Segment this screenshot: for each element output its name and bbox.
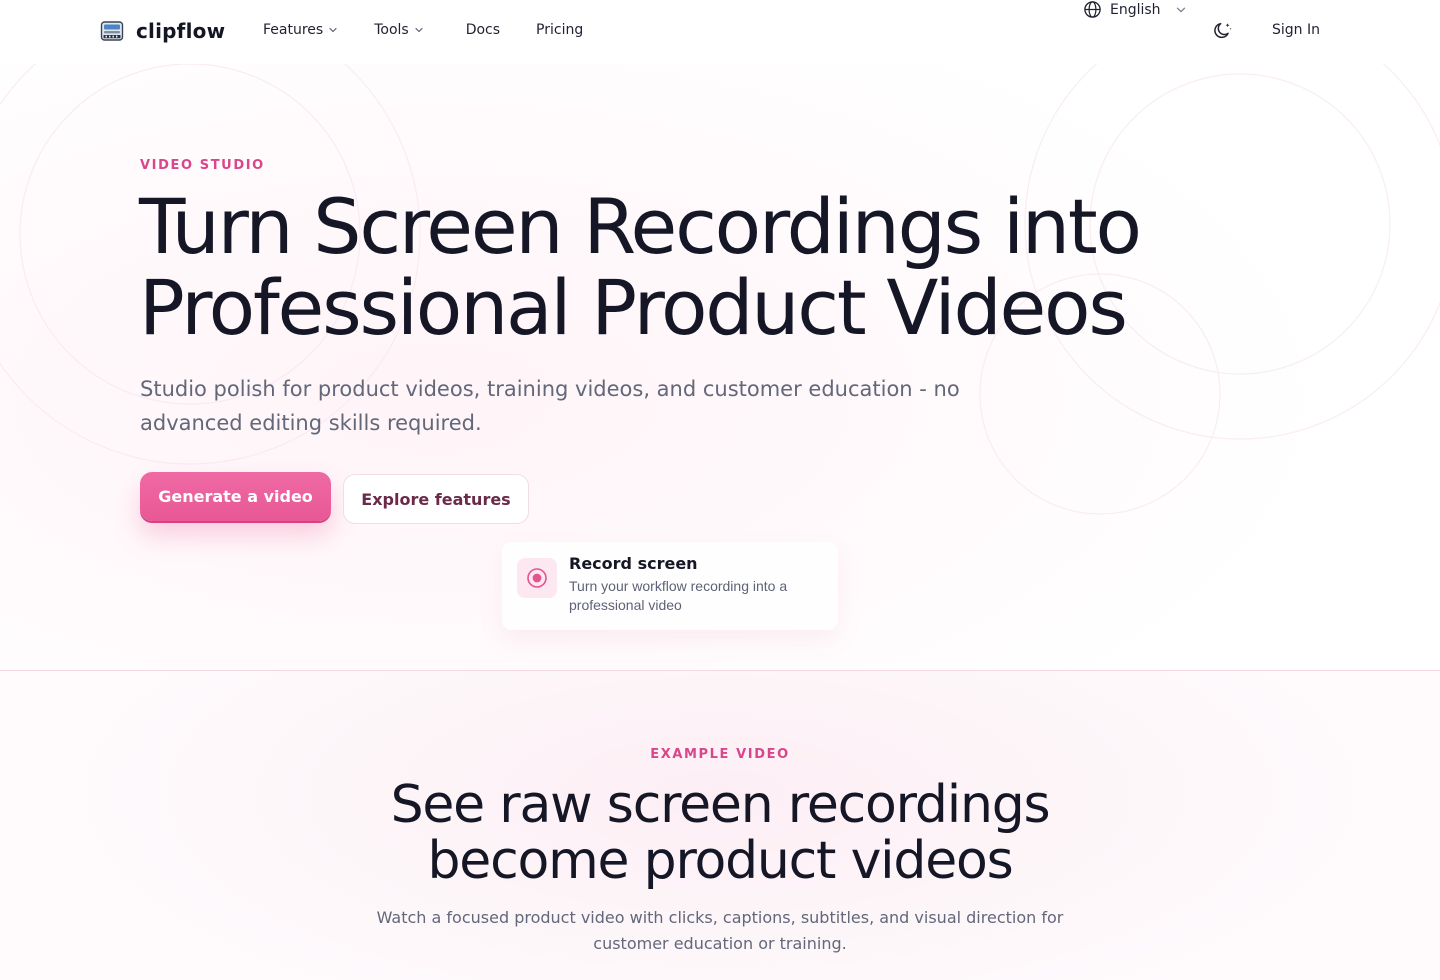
record-icon-container [517, 558, 557, 598]
generate-video-button[interactable]: Generate a video [140, 472, 331, 521]
hero-title-line-1: Turn Screen Recordings into [139, 182, 1142, 271]
example-subtitle: Watch a focused product video with click… [376, 908, 1064, 953]
globe-icon [1084, 1, 1101, 18]
hero-title-line-2: Professional Product Videos [139, 263, 1128, 352]
nav-item-label: Pricing [536, 22, 584, 38]
moon-icon[interactable] [1212, 20, 1234, 42]
hero-title: Turn Screen Recordings into Professional… [139, 186, 1239, 348]
nav-item-label: Features [263, 22, 324, 38]
record-icon [527, 568, 547, 588]
language-selector[interactable]: English [1083, 0, 1187, 19]
language-label: English [1110, 1, 1161, 18]
hero-subtitle: Studio polish for product videos, traini… [140, 377, 960, 435]
record-screen-card[interactable]: Record screen Turn your workflow recordi… [502, 542, 838, 630]
chevron-down-icon [1176, 7, 1185, 12]
record-card-description: Turn your workflow recording into a prof… [569, 578, 788, 613]
nav-item-label: Docs [465, 22, 501, 38]
nav-item-pricing[interactable]: Pricing [536, 22, 583, 38]
hero-section: VIDEO STUDIO Turn Screen Recordings into… [0, 64, 1440, 670]
primary-nav: Features Tools Docs Pricing [263, 22, 583, 38]
chevron-down-icon [329, 27, 337, 33]
example-video-section: EXAMPLE VIDEO See raw screen recordings … [0, 670, 1440, 980]
example-title-line-2: become product videos [427, 831, 1013, 891]
explore-features-button[interactable]: Explore features [343, 474, 529, 524]
nav-item-label: Tools [374, 22, 409, 38]
example-title-line-1: See raw screen recordings [390, 775, 1051, 835]
nav-item-tools[interactable]: Tools [374, 22, 424, 38]
hero-eyebrow: VIDEO STUDIO [140, 158, 265, 173]
brand-logo[interactable]: clipflow [100, 19, 225, 43]
top-nav: clipflow Features Tools Docs Pricing Eng… [0, 0, 1440, 64]
sign-in-link[interactable]: Sign In [1272, 22, 1320, 38]
clipflow-logo-icon [100, 21, 124, 41]
example-title: See raw screen recordings become product… [0, 777, 1440, 889]
nav-item-docs[interactable]: Docs [466, 22, 500, 38]
record-card-title: Record screen [569, 554, 698, 573]
example-eyebrow: EXAMPLE VIDEO [650, 747, 790, 762]
brand-name: clipflow [136, 19, 226, 43]
chevron-down-icon [415, 27, 423, 33]
nav-item-features[interactable]: Features [263, 22, 338, 38]
